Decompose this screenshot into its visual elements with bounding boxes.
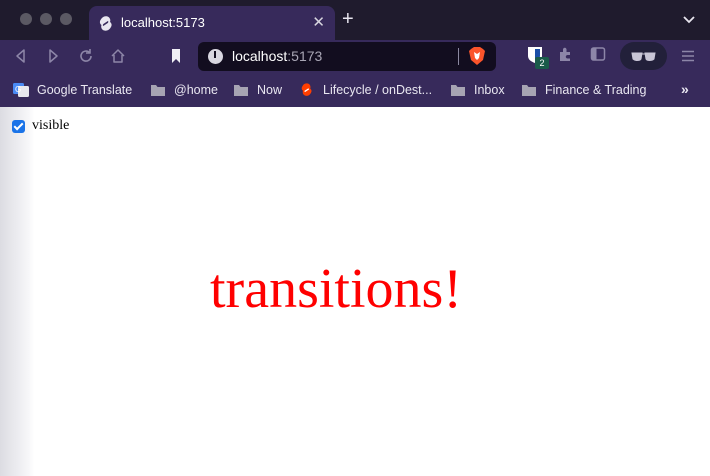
viewport-edge-shadow (0, 107, 34, 476)
bookmark-label: @home (174, 83, 218, 97)
url-text[interactable]: localhost:5173 (232, 48, 322, 64)
svelte-favicon-icon (99, 16, 112, 31)
site-info-icon[interactable] (208, 49, 223, 64)
tab-bar: localhost:5173 ✕ + (0, 0, 710, 40)
bookmarks-bar: G Google Translate @home Now Lifecycle /… (0, 73, 710, 107)
folder-icon (522, 85, 536, 96)
bookmark-label: Lifecycle / onDest... (323, 83, 433, 97)
url-host: localhost (232, 48, 288, 64)
navigation-toolbar: localhost:5173 (0, 40, 710, 73)
forward-icon[interactable] (44, 47, 62, 65)
bookmark-label: Now (257, 83, 283, 97)
close-window-button[interactable] (20, 13, 32, 25)
extensions-icon[interactable] (557, 46, 574, 63)
tab-title: localhost:5173 (121, 15, 205, 30)
page-viewport: visible transitions! (0, 107, 710, 476)
folder-icon (451, 85, 465, 96)
chevron-down-icon[interactable] (682, 12, 696, 26)
bookmark-folder-inbox[interactable]: Inbox (450, 81, 505, 99)
extension-badge: 2 (535, 57, 549, 69)
folder-icon (151, 85, 165, 96)
bookmark-folder-finance[interactable]: Finance & Trading (521, 81, 646, 99)
home-icon[interactable] (109, 47, 127, 65)
reload-icon[interactable] (77, 47, 95, 65)
address-bar[interactable]: localhost:5173 (198, 42, 496, 71)
brave-shields-icon[interactable] (468, 46, 486, 66)
svelte-icon (301, 83, 312, 96)
bookmark-folder-now[interactable]: Now (233, 81, 282, 99)
back-icon[interactable] (12, 47, 30, 65)
bookmark-lifecycle[interactable]: Lifecycle / onDest... (299, 81, 432, 99)
svg-text:G: G (15, 85, 21, 94)
private-glasses-icon (631, 52, 656, 61)
url-port: :5173 (287, 48, 323, 64)
new-tab-button[interactable]: + (342, 9, 354, 29)
bookmark-google-translate[interactable]: G Google Translate (13, 81, 132, 99)
visible-checkbox[interactable] (12, 119, 25, 133)
browser-window: localhost:5173 ✕ + localhost:5173 2 G Go… (0, 0, 710, 476)
profile-button[interactable] (620, 42, 667, 70)
checkbox-label: visible (32, 118, 70, 133)
google-translate-icon: G (13, 83, 29, 97)
bookmark-icon[interactable] (167, 47, 185, 65)
bookmark-label: Finance & Trading (545, 83, 647, 97)
minimize-window-button[interactable] (40, 13, 52, 25)
visible-toggle[interactable]: visible (12, 118, 69, 134)
url-separator (458, 48, 459, 65)
tab-localhost[interactable]: localhost:5173 ✕ (89, 6, 335, 40)
bookmarks-overflow-icon[interactable]: » (681, 81, 689, 97)
bookmark-label: Google Translate (37, 83, 133, 97)
sidebar-toggle-icon[interactable] (590, 46, 606, 62)
bookmark-label: Inbox (474, 83, 505, 97)
bookmark-folder-home[interactable]: @home (150, 81, 218, 99)
zoom-window-button[interactable] (60, 13, 72, 25)
tab-close-icon[interactable]: ✕ (312, 13, 325, 31)
page-headline: transitions! (210, 258, 462, 320)
menu-icon[interactable] (681, 50, 695, 62)
folder-icon (234, 85, 248, 96)
